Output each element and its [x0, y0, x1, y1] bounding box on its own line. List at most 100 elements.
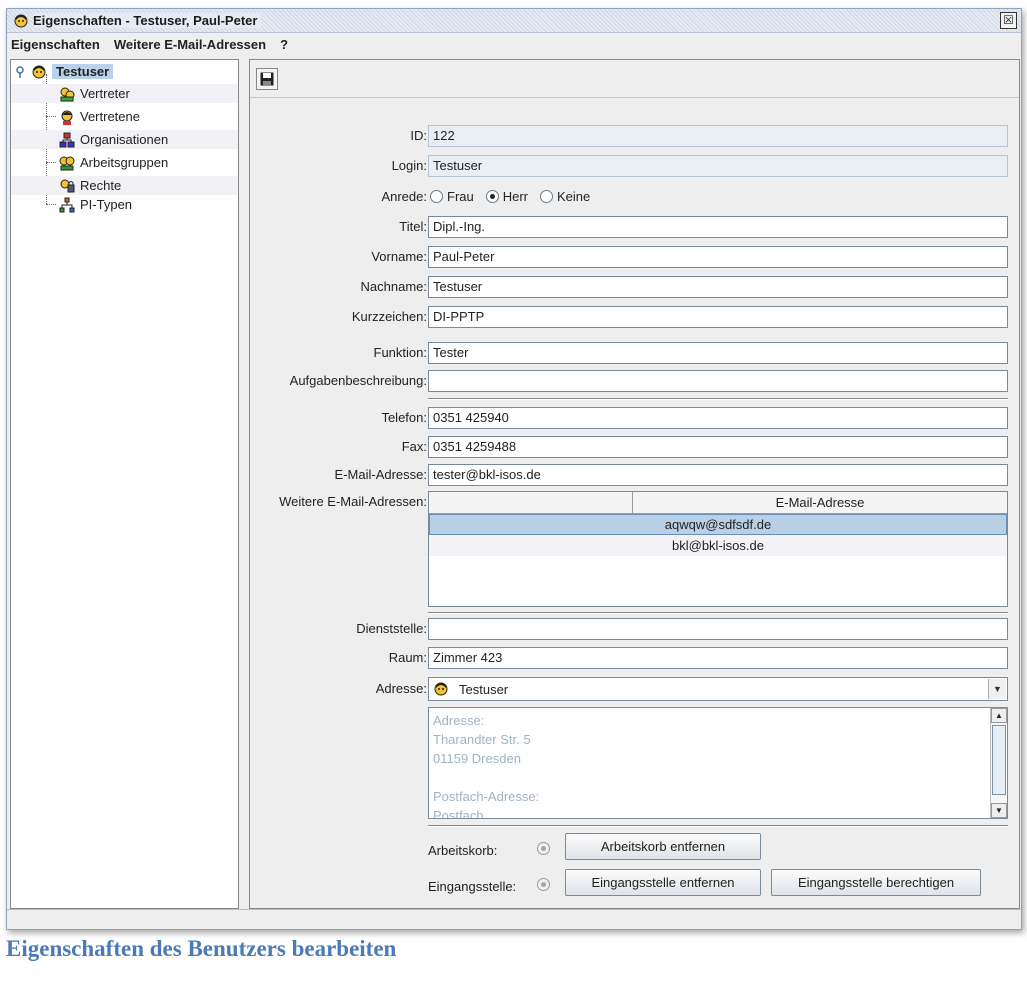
- titel-label: Titel:: [399, 219, 427, 234]
- table-cell: bkl@bkl-isos.de: [672, 538, 764, 553]
- adresse-label: Adresse:: [375, 681, 427, 696]
- close-button[interactable]: ☒: [1000, 12, 1017, 29]
- telefon-field[interactable]: 0351 425940: [428, 407, 1008, 429]
- rights-icon: [60, 179, 75, 192]
- tree-item-vertreter[interactable]: Vertreter: [11, 84, 238, 103]
- login-label: Login:: [391, 158, 427, 173]
- vorname-label: Vorname:: [371, 249, 427, 264]
- table-row[interactable]: aqwqw@sdfsdf.de: [429, 514, 1007, 535]
- tree-item-vertretene[interactable]: Vertretene: [11, 107, 238, 126]
- status-bar: [7, 909, 1021, 929]
- dienststelle-label: Dienststelle:: [356, 621, 427, 636]
- details-panel: ID: 122 Login: Testuser Anrede: Frau Her…: [249, 59, 1020, 909]
- eingangsstelle-radio: [537, 878, 550, 891]
- tree-item-label: PI-Typen: [80, 197, 133, 212]
- nachname-label: Nachname:: [360, 279, 427, 294]
- user-icon: [32, 65, 46, 78]
- fax-field[interactable]: 0351 4259488: [428, 436, 1008, 458]
- organisation-icon: [59, 132, 75, 147]
- table-header-empty: [429, 492, 633, 513]
- adresse-details-line: [433, 768, 1003, 787]
- funktion-label: Funktion:: [373, 345, 427, 360]
- title-bar[interactable]: Eigenschaften - Testuser, Paul-Peter ☒: [7, 9, 1021, 33]
- scroll-up-icon[interactable]: ▲: [991, 708, 1007, 723]
- anrede-frau-radio[interactable]: Frau: [430, 189, 474, 204]
- anrede-keine-radio[interactable]: Keine: [540, 189, 590, 204]
- user-icon: [434, 682, 448, 696]
- adresse-details[interactable]: Adresse: Tharandter Str. 5 01159 Dresden…: [428, 707, 1008, 819]
- menu-eigenschaften[interactable]: Eigenschaften: [11, 37, 100, 52]
- tree-root-label: Testuser: [52, 64, 114, 79]
- id-label: ID:: [410, 128, 427, 143]
- id-field: 122: [428, 125, 1008, 147]
- separator: [428, 825, 1008, 827]
- tree-item-pi-typen[interactable]: PI-Typen: [11, 195, 238, 214]
- kurzzeichen-field[interactable]: DI-PPTP: [428, 306, 1008, 328]
- aufgaben-field[interactable]: [428, 370, 1008, 392]
- separator: [428, 612, 1008, 614]
- arbeitskorb-label: Arbeitskorb:: [428, 843, 498, 858]
- weitere-email-label: Weitere E-Mail-Adressen:: [279, 494, 427, 509]
- user-form: ID: 122 Login: Testuser Anrede: Frau Her…: [250, 98, 1019, 908]
- anrede-herr-radio[interactable]: Herr: [485, 189, 528, 204]
- login-field: Testuser: [428, 155, 1008, 177]
- adresse-value: Testuser: [459, 681, 509, 697]
- telefon-label: Telefon:: [381, 410, 427, 425]
- table-row[interactable]: bkl@bkl-isos.de: [429, 535, 1007, 556]
- tree-item-arbeitsgruppen[interactable]: Arbeitsgruppen: [11, 153, 238, 172]
- scroll-down-icon[interactable]: ▼: [991, 803, 1007, 818]
- arbeitskorb-radio: [537, 842, 550, 855]
- toolbar: [250, 60, 1019, 98]
- adresse-dropdown[interactable]: Testuser ▼: [428, 677, 1008, 701]
- table-header-email[interactable]: E-Mail-Adresse: [633, 492, 1007, 513]
- tree-expand-icon[interactable]: [15, 64, 27, 80]
- titel-field[interactable]: Dipl.-Ing.: [428, 216, 1008, 238]
- vertretene-icon: [61, 110, 73, 125]
- adresse-details-line: Postfach: [433, 808, 484, 819]
- menu-help[interactable]: ?: [280, 37, 288, 52]
- anrede-label: Anrede:: [381, 189, 427, 204]
- vorname-field[interactable]: Paul-Peter: [428, 246, 1008, 268]
- table-cell: aqwqw@sdfsdf.de: [664, 517, 772, 532]
- window-title: Eigenschaften - Testuser, Paul-Peter: [33, 13, 262, 28]
- chevron-down-icon[interactable]: ▼: [988, 679, 1006, 699]
- email-label: E-Mail-Adresse:: [334, 467, 427, 482]
- aufgaben-label: Aufgabenbeschreibung:: [289, 373, 427, 388]
- navigation-tree: Testuser Vertreter Vertretene Organisati…: [10, 59, 239, 909]
- raum-field[interactable]: Zimmer 423: [428, 647, 1008, 669]
- separator: [428, 398, 1008, 400]
- email-field[interactable]: tester@bkl-isos.de: [428, 464, 1008, 486]
- raum-label: Raum:: [388, 650, 427, 665]
- nachname-field[interactable]: Testuser: [428, 276, 1008, 298]
- arbeitskorb-entfernen-button[interactable]: Arbeitskorb entfernen: [565, 833, 761, 860]
- anrede-radio-group: Frau Herr Keine: [430, 189, 590, 204]
- tree-item-rechte[interactable]: Rechte: [11, 176, 238, 195]
- tree-item-label: Vertretene: [80, 109, 140, 124]
- save-button[interactable]: [256, 68, 278, 90]
- menu-weitere-email[interactable]: Weitere E-Mail-Adressen: [114, 37, 266, 52]
- kurzzeichen-label: Kurzzeichen:: [351, 309, 427, 324]
- adresse-details-line: 01159 Dresden: [433, 751, 521, 766]
- eingangsstelle-berechtigen-button[interactable]: Eingangsstelle berechtigen: [771, 869, 981, 896]
- dienststelle-field[interactable]: [428, 618, 1008, 640]
- adresse-details-line: Postfach-Adresse:: [433, 789, 540, 804]
- scroll-thumb[interactable]: [992, 725, 1006, 795]
- adresse-details-line: Tharandter Str. 5: [433, 732, 531, 747]
- tree-item-organisationen[interactable]: Organisationen: [11, 130, 238, 149]
- pi-types-icon: [59, 197, 75, 212]
- tree-item-label: Arbeitsgruppen: [80, 155, 169, 170]
- eingangsstelle-entfernen-button[interactable]: Eingangsstelle entfernen: [565, 869, 761, 896]
- workgroup-icon: [59, 156, 75, 170]
- address-scrollbar[interactable]: ▲ ▼: [990, 708, 1007, 818]
- tree-item-label: Vertreter: [80, 86, 130, 101]
- funktion-field[interactable]: Tester: [428, 342, 1008, 364]
- adresse-details-line: Adresse:: [433, 713, 485, 728]
- table-header: E-Mail-Adresse: [429, 492, 1007, 514]
- save-icon: [260, 72, 274, 86]
- fax-label: Fax:: [401, 439, 427, 454]
- tree-root-testuser[interactable]: Testuser: [15, 62, 114, 81]
- weitere-email-table[interactable]: E-Mail-Adresse aqwqw@sdfsdf.de bkl@bkl-i…: [428, 491, 1008, 607]
- figure-caption: Eigenschaften des Benutzers bearbeiten: [6, 936, 397, 961]
- eingangsstelle-label: Eingangsstelle:: [428, 879, 517, 894]
- tree-item-label: Rechte: [80, 178, 122, 193]
